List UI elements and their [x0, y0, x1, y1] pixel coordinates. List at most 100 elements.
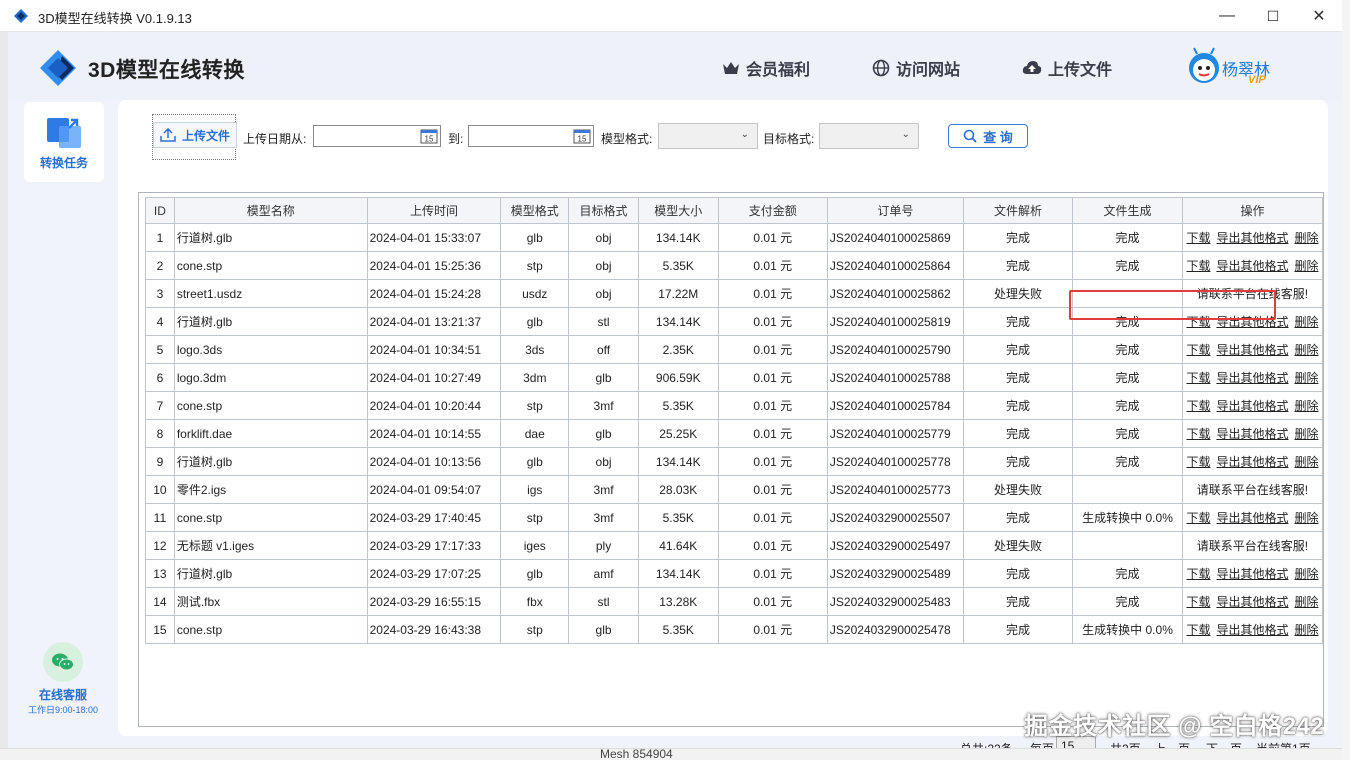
close-button[interactable]: ✕: [1296, 0, 1342, 32]
delete-link[interactable]: 删除: [1294, 371, 1318, 385]
cell-actions: 下载 导出其他格式 删除: [1181, 559, 1323, 588]
column-header[interactable]: 操作: [1181, 197, 1323, 224]
column-header[interactable]: ID: [145, 197, 175, 224]
export-formats-link[interactable]: 导出其他格式: [1216, 231, 1288, 245]
column-header[interactable]: 支付金额: [717, 197, 828, 224]
delete-link[interactable]: 删除: [1294, 315, 1318, 329]
download-link[interactable]: 下载: [1186, 371, 1210, 385]
calendar-icon[interactable]: 15: [573, 128, 591, 144]
column-header[interactable]: 上传时间: [366, 197, 502, 224]
export-formats-link[interactable]: 导出其他格式: [1216, 623, 1288, 637]
download-link[interactable]: 下载: [1186, 595, 1210, 609]
delete-link[interactable]: 删除: [1294, 455, 1318, 469]
cell-order-number: JS2024032900025478: [826, 615, 964, 644]
date-to-label: 到:: [448, 132, 464, 146]
table-row[interactable]: 14 测试.fbx 2024-03-29 16:55:15 fbx stl 13.28K 0…: [145, 587, 1323, 616]
export-formats-link[interactable]: 导出其他格式: [1216, 371, 1288, 385]
delete-link[interactable]: 删除: [1294, 623, 1318, 637]
table-row[interactable]: 15 cone.stp 2024-03-29 16:43:38 stp glb 5.35K…: [145, 615, 1323, 644]
table-row[interactable]: 12 无标题 v1.iges 2024-03-29 17:17:33 iges ply 4…: [145, 531, 1323, 560]
table-row[interactable]: 11 cone.stp 2024-03-29 17:40:45 stp 3mf 5.35K…: [145, 503, 1323, 532]
download-link[interactable]: 下载: [1186, 259, 1210, 273]
upload-file-button[interactable]: 上传文件: [152, 114, 237, 160]
table-row[interactable]: 7 cone.stp 2024-04-01 10:20:44 stp 3mf 5.35K 0…: [145, 391, 1323, 420]
delete-link[interactable]: 删除: [1294, 259, 1318, 273]
date-from-input[interactable]: 15: [313, 125, 441, 147]
sidebar-item-conversion-tasks[interactable]: 转换任务: [24, 102, 104, 182]
column-header[interactable]: 文件解析: [962, 197, 1074, 224]
export-formats-link[interactable]: 导出其他格式: [1216, 595, 1288, 609]
delete-link[interactable]: 删除: [1294, 427, 1318, 441]
delete-link[interactable]: 删除: [1294, 595, 1318, 609]
table-row[interactable]: 6 logo.3dm 2024-04-01 10:27:49 3dm glb 906.59…: [145, 363, 1323, 392]
wechat-icon: [43, 642, 83, 682]
nav-member-benefits[interactable]: 会员福利: [722, 56, 810, 80]
avatar[interactable]: [1186, 46, 1222, 86]
cell-parse-status: 处理失败: [962, 531, 1074, 560]
column-header[interactable]: 目标格式: [568, 197, 639, 224]
export-formats-link[interactable]: 导出其他格式: [1216, 399, 1288, 413]
calendar-icon[interactable]: 15: [420, 128, 438, 144]
minimize-button[interactable]: —: [1204, 0, 1250, 32]
download-link[interactable]: 下载: [1186, 343, 1210, 357]
download-link[interactable]: 下载: [1186, 567, 1210, 581]
download-link[interactable]: 下载: [1186, 315, 1210, 329]
delete-link[interactable]: 删除: [1294, 343, 1318, 357]
cell-model-format: glb: [500, 447, 570, 476]
cell-id: 13: [145, 559, 175, 588]
nav-upload-file[interactable]: 上传文件: [1022, 56, 1112, 80]
table-row[interactable]: 10 零件2.igs 2024-04-01 09:54:07 igs 3mf 28.03K…: [145, 475, 1323, 504]
cell-model-format: stp: [500, 503, 570, 532]
cell-model-name: cone.stp: [173, 615, 368, 644]
column-header[interactable]: 模型名称: [173, 197, 368, 224]
target-format-select[interactable]: ⌄: [819, 123, 919, 149]
table-row[interactable]: 3 street1.usdz 2024-04-01 15:24:28 usdz obj 1…: [145, 279, 1323, 308]
column-header[interactable]: 模型大小: [637, 197, 719, 224]
download-link[interactable]: 下载: [1186, 511, 1210, 525]
cell-payment: 0.01 元: [717, 587, 828, 616]
column-header[interactable]: 模型格式: [500, 197, 570, 224]
column-header[interactable]: 文件生成: [1072, 197, 1183, 224]
cell-order-number: JS2024040100025778: [826, 447, 964, 476]
export-formats-link[interactable]: 导出其他格式: [1216, 315, 1288, 329]
delete-link[interactable]: 删除: [1294, 511, 1318, 525]
export-formats-link[interactable]: 导出其他格式: [1216, 511, 1288, 525]
nav-visit-website[interactable]: 访问网站: [872, 56, 960, 80]
export-formats-link[interactable]: 导出其他格式: [1216, 259, 1288, 273]
cell-target-format: obj: [568, 251, 639, 280]
table-row[interactable]: 13 行道树.glb 2024-03-29 17:07:25 glb amf 134.14…: [145, 559, 1323, 588]
app-header: 3D模型在线转换 会员福利 访问网站 上传文件 杨翠林 VIP: [8, 32, 1342, 100]
cell-model-name: 行道树.glb: [173, 447, 368, 476]
table-row[interactable]: 4 行道树.glb 2024-04-01 13:21:37 glb stl 134.14K…: [145, 307, 1323, 336]
download-link[interactable]: 下载: [1186, 455, 1210, 469]
download-link[interactable]: 下载: [1186, 231, 1210, 245]
export-formats-link[interactable]: 导出其他格式: [1216, 427, 1288, 441]
cell-model-format: stp: [500, 615, 570, 644]
export-formats-link[interactable]: 导出其他格式: [1216, 567, 1288, 581]
cell-payment: 0.01 元: [717, 363, 828, 392]
maximize-button[interactable]: ☐: [1250, 0, 1296, 32]
export-formats-link[interactable]: 导出其他格式: [1216, 455, 1288, 469]
cell-payment: 0.01 元: [717, 279, 828, 308]
download-link[interactable]: 下载: [1186, 399, 1210, 413]
cell-parse-status: 完成: [962, 223, 1074, 252]
table-row[interactable]: 5 logo.3ds 2024-04-01 10:34:51 3ds off 2.35K 0…: [145, 335, 1323, 364]
table-row[interactable]: 9 行道树.glb 2024-04-01 10:13:56 glb obj 134.14K…: [145, 447, 1323, 476]
cell-id: 6: [145, 363, 175, 392]
export-formats-link[interactable]: 导出其他格式: [1216, 343, 1288, 357]
delete-link[interactable]: 删除: [1294, 567, 1318, 581]
model-format-select[interactable]: ⌄: [658, 123, 758, 149]
delete-link[interactable]: 删除: [1294, 231, 1318, 245]
delete-link[interactable]: 删除: [1294, 399, 1318, 413]
query-button[interactable]: 查 询: [948, 124, 1028, 148]
table-row[interactable]: 1 行道树.glb 2024-04-01 15:33:07 glb obj 134.14K…: [145, 223, 1323, 252]
column-header[interactable]: 订单号: [826, 197, 964, 224]
download-link[interactable]: 下载: [1186, 623, 1210, 637]
online-service[interactable]: 在线客服 工作日9:00-18:00: [18, 642, 108, 716]
table-row[interactable]: 2 cone.stp 2024-04-01 15:25:36 stp obj 5.35K 0…: [145, 251, 1323, 280]
download-link[interactable]: 下载: [1186, 427, 1210, 441]
cell-model-format: iges: [500, 531, 570, 560]
date-to-input[interactable]: 15: [468, 125, 594, 147]
table-row[interactable]: 8 forklift.dae 2024-04-01 10:14:55 dae glb 25…: [145, 419, 1323, 448]
cell-parse-status: 完成: [962, 615, 1074, 644]
